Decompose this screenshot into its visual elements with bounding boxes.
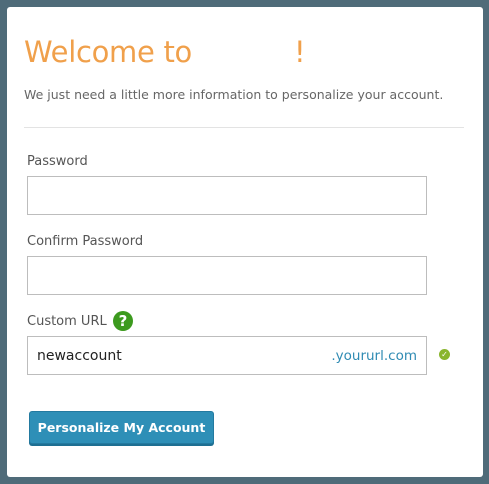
page-title: Welcome to!: [24, 35, 306, 69]
password-field-box: [27, 176, 427, 215]
confirm-password-label: Confirm Password: [27, 234, 144, 249]
custom-url-field-box: .yoururl.com: [27, 336, 427, 375]
password-input[interactable]: [28, 177, 426, 214]
custom-url-label: Custom URL: [27, 314, 107, 329]
title-suffix: !: [293, 35, 306, 69]
url-domain-suffix: .yoururl.com: [331, 348, 417, 364]
title-prefix: Welcome to: [24, 35, 192, 69]
confirm-password-input[interactable]: [28, 257, 426, 294]
help-icon[interactable]: ?: [113, 311, 133, 331]
custom-url-input[interactable]: [28, 337, 318, 374]
window-background: Welcome to! We just need a little more i…: [0, 0, 489, 484]
welcome-card: Welcome to! We just need a little more i…: [7, 7, 483, 477]
password-label: Password: [27, 154, 88, 169]
personalize-account-button[interactable]: Personalize My Account: [29, 411, 214, 444]
divider: [24, 127, 464, 128]
confirm-password-field-box: [27, 256, 427, 295]
page-subtitle: We just need a little more information t…: [24, 87, 444, 102]
checkmark-icon: ✓: [439, 349, 450, 360]
